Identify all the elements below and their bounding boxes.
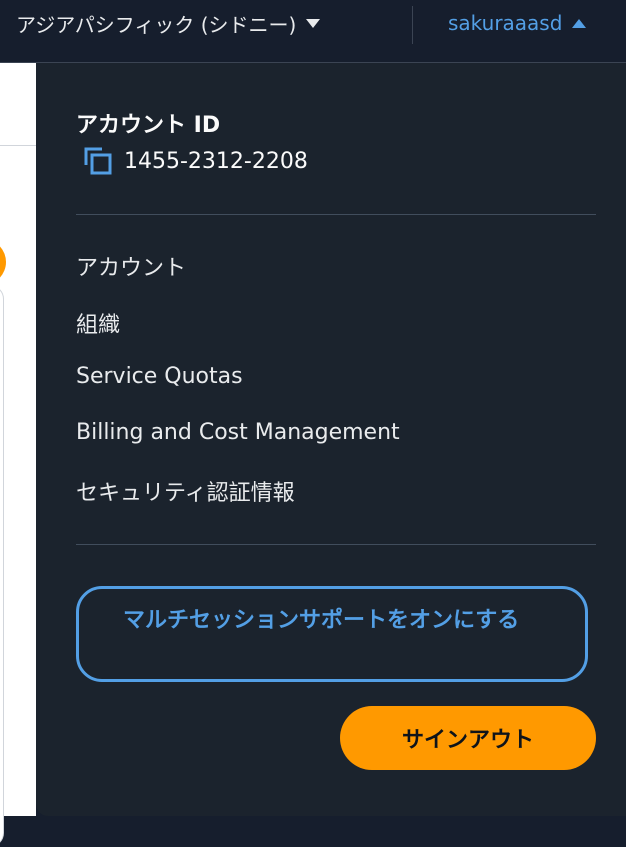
copy-icon[interactable] — [82, 145, 114, 177]
sign-out-button[interactable]: サインアウト — [340, 706, 596, 770]
menu-divider-bottom — [76, 544, 596, 545]
menu-item-security-credentials[interactable]: セキュリティ認証情報 — [76, 475, 295, 507]
multi-session-button[interactable]: マルチセッションサポートをオンにする — [76, 586, 588, 682]
menu-item-account[interactable]: アカウント — [76, 250, 186, 282]
region-selector[interactable]: アジアパシフィック (シドニー) — [16, 8, 321, 38]
menu-item-billing[interactable]: Billing and Cost Management — [76, 420, 400, 445]
account-id-title: アカウント ID — [76, 113, 221, 138]
menu-divider-top — [76, 214, 596, 215]
caret-up-icon — [572, 18, 587, 28]
page-orange-element — [0, 239, 6, 285]
background-page — [0, 63, 36, 847]
page-divider — [0, 145, 36, 146]
account-id-row: 1455-2312-2208 — [82, 145, 308, 177]
account-id-value: 1455-2312-2208 — [124, 148, 308, 174]
account-dropdown-menu: アカウント ID 1455-2312-2208 アカウント 組織 Service… — [36, 63, 626, 816]
header-divider — [412, 6, 413, 44]
menu-item-organizations[interactable]: 組織 — [76, 307, 120, 339]
username-label: sakuraaasd — [448, 11, 563, 35]
top-navigation-bar: アジアパシフィック (シドニー) sakuraaasd — [0, 0, 626, 63]
menu-item-service-quotas[interactable]: Service Quotas — [76, 364, 243, 389]
caret-down-icon — [306, 18, 321, 28]
page-card — [0, 285, 4, 847]
region-label: アジアパシフィック (シドニー) — [16, 12, 297, 37]
account-menu-toggle[interactable]: sakuraaasd — [448, 8, 587, 38]
